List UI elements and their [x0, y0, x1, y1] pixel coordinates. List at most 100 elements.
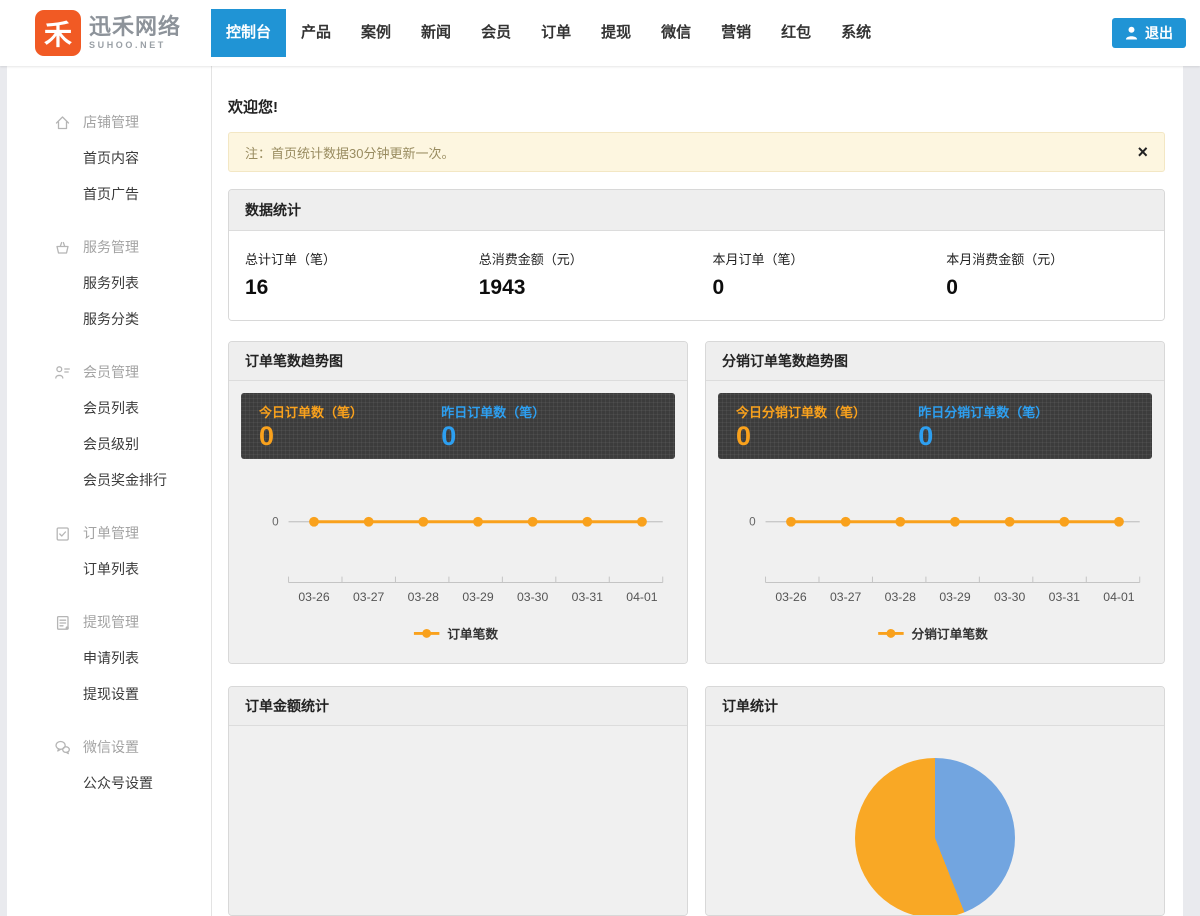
welcome-heading: 欢迎您!: [228, 96, 1165, 117]
top-navbar: 禾 迅禾网络 SUHOO.NET 控制台产品案例新闻会员订单提现微信营销红包系统…: [0, 0, 1200, 66]
sidebar-section-title[interactable]: 提现管理: [7, 604, 211, 640]
stat-label: 总计订单（笔）: [245, 249, 447, 268]
sidebar-item[interactable]: 首页内容: [7, 140, 211, 176]
dark-stat-label: 昨日分销订单数（笔）: [918, 402, 1048, 421]
withdraw-icon: [54, 614, 71, 631]
dark-stat-cell: 昨日订单数（笔）0: [423, 393, 563, 459]
sidebar-item[interactable]: 提现设置: [7, 676, 211, 712]
sidebar-section-4: 提现管理申请列表提现设置: [7, 604, 211, 712]
line-chart: 003-2603-2703-2803-2903-3003-3104-01分销订单…: [718, 461, 1152, 653]
nav-item-members[interactable]: 会员: [466, 9, 526, 57]
stat-cell-2: 本月订单（笔）0: [697, 241, 931, 308]
order-stats-pie-chart: [855, 758, 1015, 916]
stat-value: 0: [946, 276, 1148, 300]
dark-stat-cell: 昨日分销订单数（笔）0: [900, 393, 1066, 459]
brand-text: 迅禾网络 SUHOO.NET: [89, 16, 181, 50]
sidebar-section-title[interactable]: 服务管理: [7, 229, 211, 265]
stats-body: 总计订单（笔） 16 总消费金额（元） 1943 本月订单（笔）0 本月消费金额（元） 0: [229, 231, 1164, 320]
sidebar-section-0: 店铺管理首页内容首页广告: [7, 104, 211, 212]
sidebar-section-label: 服务管理: [83, 237, 139, 257]
sidebar-section-title[interactable]: 会员管理: [7, 354, 211, 390]
sidebar-item[interactable]: 会员级别: [7, 426, 211, 462]
svg-text:03-31: 03-31: [572, 590, 603, 604]
notice-text: 注：首页统计数据30分钟更新一次。: [245, 143, 454, 162]
sidebar: 店铺管理首页内容首页广告服务管理服务列表服务分类会员管理会员列表会员级别会员奖金…: [7, 66, 212, 916]
brand-domain: SUHOO.NET: [89, 41, 181, 50]
stat-label: 本月消费金额（元）: [946, 249, 1148, 268]
stat-value: 1943: [479, 276, 681, 300]
close-icon[interactable]: ×: [1137, 143, 1148, 161]
sidebar-item[interactable]: 服务分类: [7, 301, 211, 337]
home-icon: [54, 114, 71, 131]
svg-text:03-28: 03-28: [408, 590, 439, 604]
stat-label: 本月订单（笔）: [713, 249, 915, 268]
nav-item-redpacket[interactable]: 红包: [766, 9, 826, 57]
svg-text:04-01: 04-01: [1103, 590, 1134, 604]
sidebar-item[interactable]: 服务列表: [7, 265, 211, 301]
stat-label: 总消费金额（元）: [479, 249, 681, 268]
sidebar-section-title[interactable]: 订单管理: [7, 515, 211, 551]
chart-panel-0: 订单笔数趋势图今日订单数（笔）0昨日订单数（笔）0003-2603-2703-2…: [228, 341, 688, 664]
chart-panel-1: 分销订单笔数趋势图今日分销订单数（笔）0昨日分销订单数（笔）0003-2603-…: [705, 341, 1165, 664]
brand-logo-icon: 禾: [35, 10, 81, 56]
chart-body: 今日分销订单数（笔）0昨日分销订单数（笔）0003-2603-2703-2803…: [706, 381, 1164, 663]
nav-item-withdraw[interactable]: 提现: [586, 9, 646, 57]
order-stats-panel: 订单统计: [705, 686, 1165, 916]
stat-cell-1: 总消费金额（元） 1943: [463, 241, 697, 308]
sidebar-section-3: 订单管理订单列表: [7, 515, 211, 587]
sidebar-section-title[interactable]: 店铺管理: [7, 104, 211, 140]
sidebar-section-5: 微信设置公众号设置: [7, 729, 211, 801]
content-shell: 店铺管理首页内容首页广告服务管理服务列表服务分类会员管理会员列表会员级别会员奖金…: [7, 66, 1183, 916]
nav-item-system[interactable]: 系统: [826, 9, 886, 57]
nav-item-orders[interactable]: 订单: [526, 9, 586, 57]
order-amount-panel-title: 订单金额统计: [229, 687, 687, 726]
stat-value: 16: [245, 276, 447, 300]
sidebar-section-label: 店铺管理: [83, 112, 139, 132]
brand-name: 迅禾网络: [89, 16, 181, 38]
dark-stat-cell: 今日分销订单数（笔）0: [718, 393, 900, 459]
nav-item-cases[interactable]: 案例: [346, 9, 406, 57]
chart-body: 今日订单数（笔）0昨日订单数（笔）0003-2603-2703-2803-290…: [229, 381, 687, 663]
dark-stat-label: 今日分销订单数（笔）: [736, 402, 882, 421]
svg-text:03-28: 03-28: [885, 590, 916, 604]
dark-stat-value: 0: [259, 422, 405, 450]
svg-text:03-30: 03-30: [994, 590, 1025, 604]
sidebar-section-2: 会员管理会员列表会员级别会员奖金排行: [7, 354, 211, 498]
orders-icon: [54, 525, 71, 542]
svg-text:0: 0: [272, 516, 279, 529]
page: 禾 迅禾网络 SUHOO.NET 控制台产品案例新闻会员订单提现微信营销红包系统…: [0, 0, 1200, 916]
nav-item-wechat[interactable]: 微信: [646, 9, 706, 57]
sidebar-item[interactable]: 会员奖金排行: [7, 462, 211, 498]
nav-item-marketing[interactable]: 营销: [706, 9, 766, 57]
charts-row: 订单笔数趋势图今日订单数（笔）0昨日订单数（笔）0003-2603-2703-2…: [228, 341, 1165, 664]
order-amount-panel-body: [229, 726, 687, 916]
order-stats-panel-body: [706, 726, 1164, 916]
nav-item-news[interactable]: 新闻: [406, 9, 466, 57]
dark-stat-value: 0: [441, 422, 545, 450]
order-amount-panel: 订单金额统计: [228, 686, 688, 916]
dark-stat-label: 今日订单数（笔）: [259, 402, 405, 421]
main-content: 欢迎您! 注：首页统计数据30分钟更新一次。 × 数据统计 总计订单（笔）16总…: [212, 66, 1183, 916]
sidebar-section-label: 提现管理: [83, 612, 139, 632]
sidebar-item[interactable]: 申请列表: [7, 640, 211, 676]
dark-stat-value: 0: [918, 422, 1048, 450]
logout-button[interactable]: 退出: [1112, 18, 1186, 48]
svg-text:03-29: 03-29: [939, 590, 970, 604]
today-yesterday-stats: 今日分销订单数（笔）0昨日分销订单数（笔）0: [718, 393, 1152, 459]
sidebar-item[interactable]: 会员列表: [7, 390, 211, 426]
line-chart: 003-2603-2703-2803-2903-3003-3104-01订单笔数: [241, 461, 675, 653]
brand-logo[interactable]: 禾 迅禾网络 SUHOO.NET: [35, 10, 199, 56]
sidebar-item[interactable]: 首页广告: [7, 176, 211, 212]
nav-item-products[interactable]: 产品: [286, 9, 346, 57]
stats-panel: 数据统计 总计订单（笔）16总消费金额（元）1943本月订单（笔）0本月消费金额…: [228, 189, 1165, 321]
sidebar-section-title[interactable]: 微信设置: [7, 729, 211, 765]
notice-bar: 注：首页统计数据30分钟更新一次。 ×: [228, 132, 1165, 172]
nav-item-dashboard[interactable]: 控制台: [211, 9, 286, 57]
svg-text:订单笔数: 订单笔数: [447, 626, 498, 641]
svg-text:0: 0: [749, 516, 756, 529]
wechat-icon: [54, 739, 71, 756]
svg-text:03-27: 03-27: [353, 590, 384, 604]
today-yesterday-stats: 今日订单数（笔）0昨日订单数（笔）0: [241, 393, 675, 459]
sidebar-item[interactable]: 订单列表: [7, 551, 211, 587]
sidebar-item[interactable]: 公众号设置: [7, 765, 211, 801]
